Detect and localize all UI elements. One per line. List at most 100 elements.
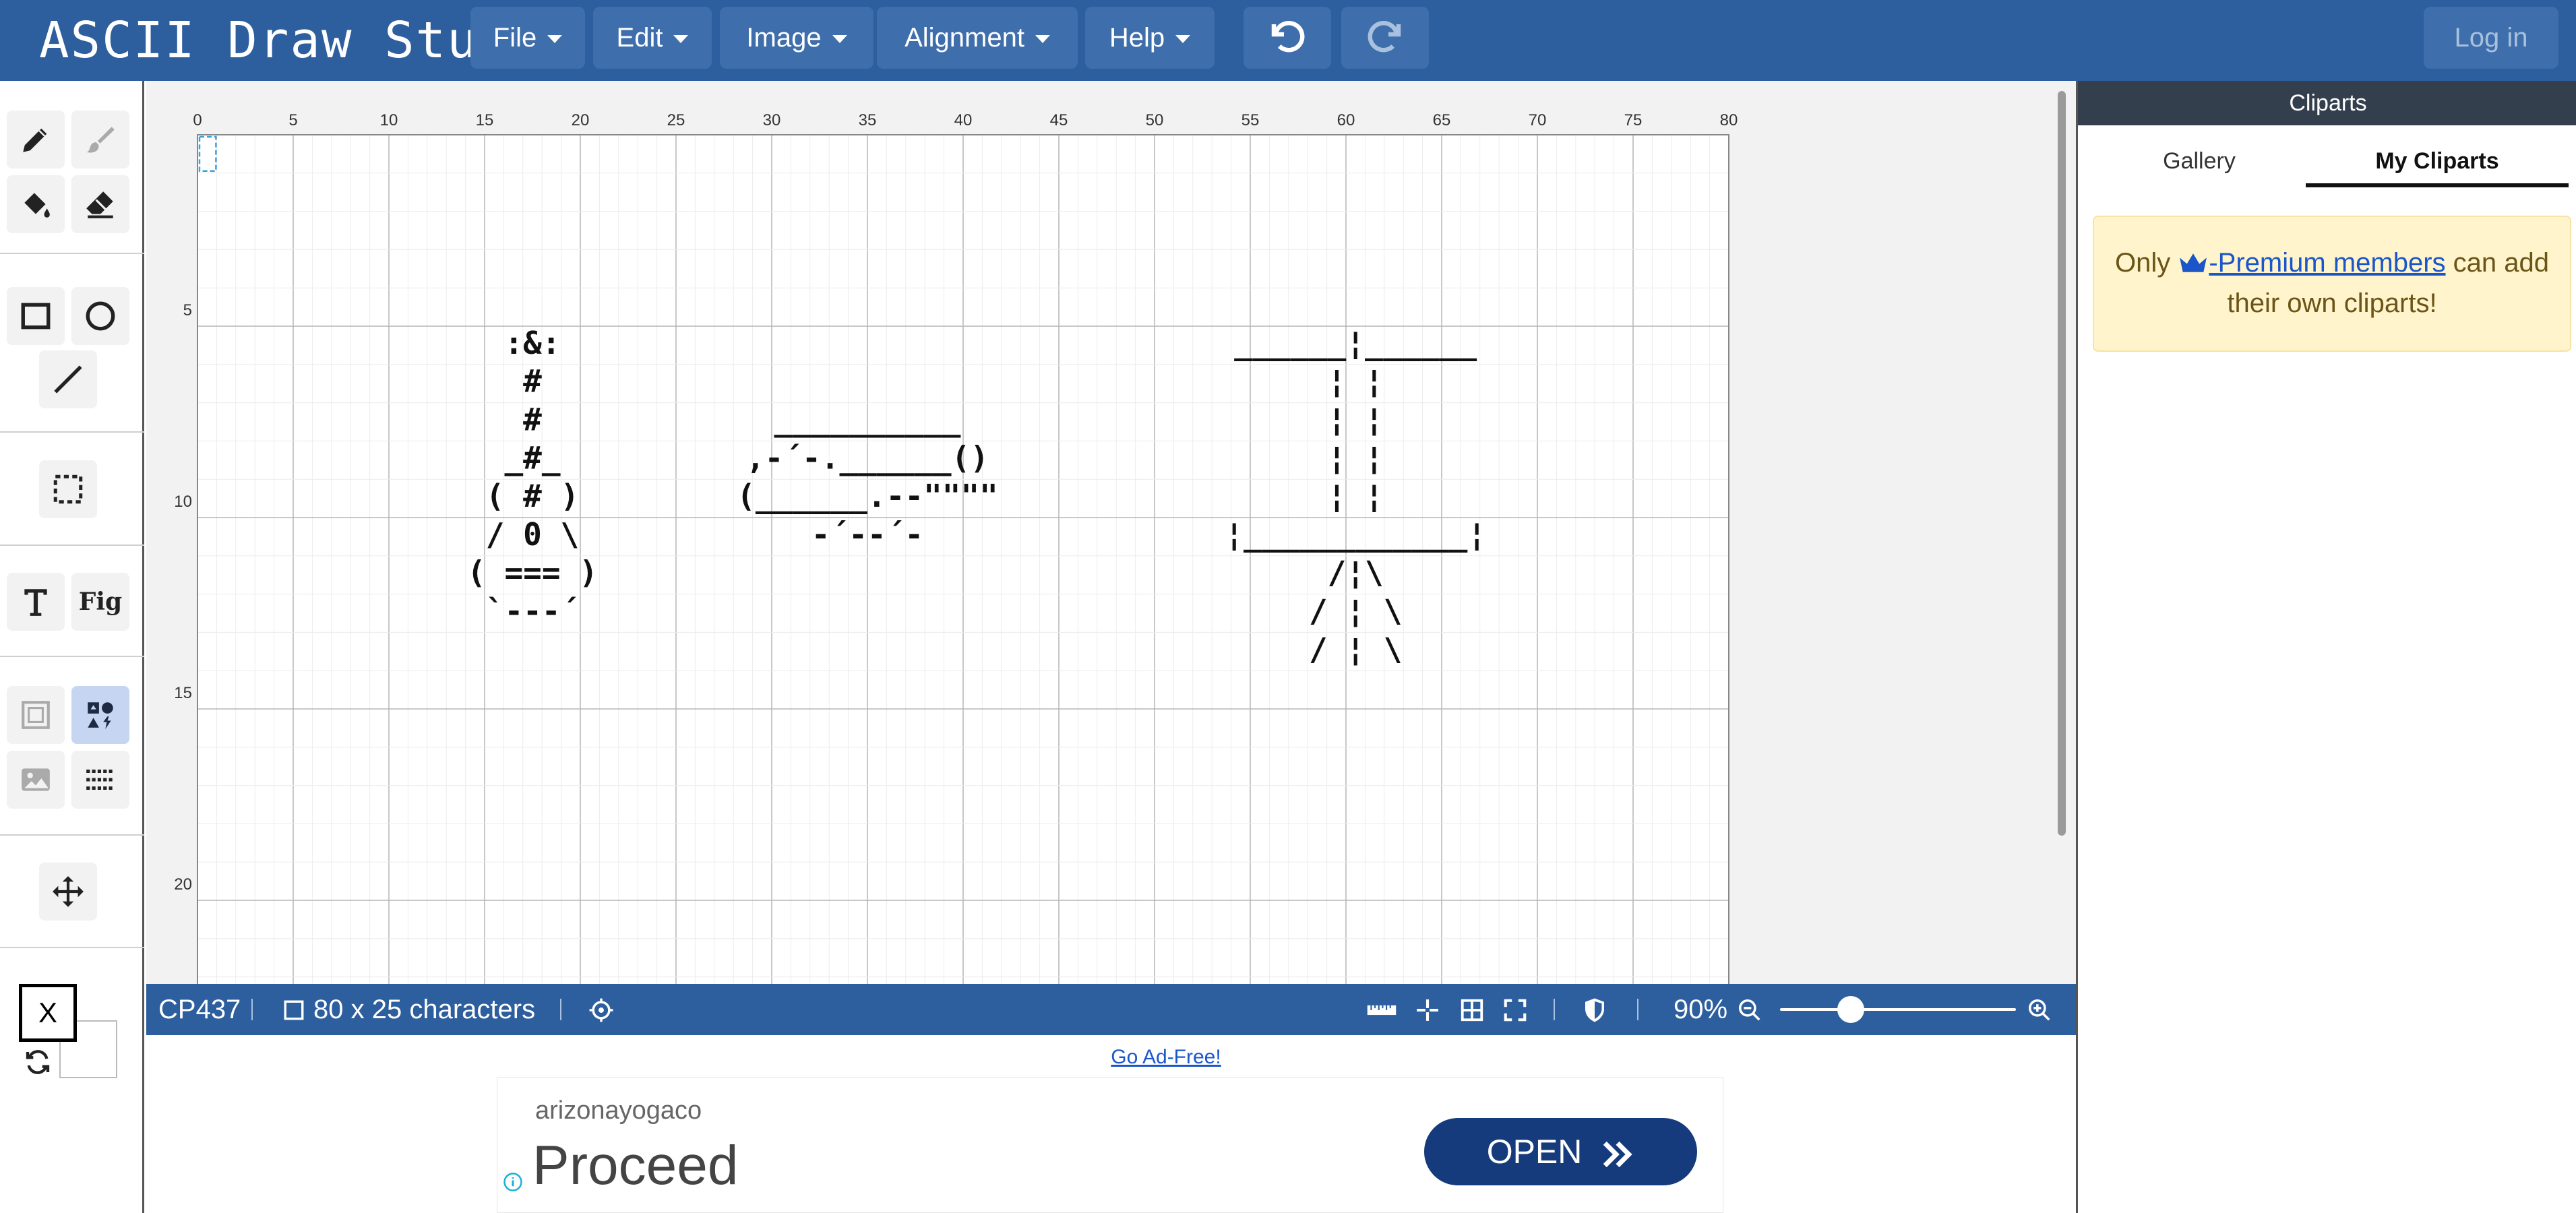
move-icon [53,876,84,907]
fill-tool[interactable] [7,175,65,233]
redo-button[interactable] [1341,7,1429,69]
tab-gallery[interactable]: Gallery [2078,140,2321,187]
ruler-x-tick: 10 [380,111,398,129]
status-divider [1554,999,1555,1020]
grid-icon[interactable] [1459,997,1485,1023]
selection-icon [53,474,83,504]
pattern-icon [86,770,115,790]
canvas[interactable]: 0 5 10 15 20 25 30 35 40 45 50 55 60 65 70 75 80 5 10 15 20:… [146,81,2076,984]
canvas-size-label[interactable]: 80 x 25 characters [313,984,535,1035]
ruler-y-tick: 15 [174,684,192,702]
lamp-clipart-line: _#_ [504,439,560,476]
swap-colors-icon[interactable] [24,1049,51,1076]
brush-tool[interactable] [71,111,129,168]
top-bar: ASCII Draw Studio File Edit Image Alignm… [0,0,2576,81]
eraser-icon [86,191,113,218]
eraser-tool[interactable] [71,175,129,233]
premium-members-link[interactable]: -Premium members [2178,248,2446,278]
lamp-clipart-line: # [523,363,542,400]
tab-my-cliparts[interactable]: My Cliparts [2306,140,2569,187]
teapot-clipart-line: (______.--"""" [737,478,998,514]
zoom-slider-track[interactable] [1780,1008,2016,1011]
ad-domain: arizonayogaco [535,1096,702,1125]
lamp-clipart-line: ( === ) [467,555,598,591]
zoom-in-icon[interactable] [2027,997,2052,1023]
ruler-x-tick: 40 [954,111,973,129]
menu-file-label: File [493,23,537,53]
rectangle-icon [21,303,51,330]
pattern-tool[interactable] [71,751,129,809]
frame-tool[interactable] [7,686,65,744]
menu-help[interactable]: Help [1085,7,1215,69]
easel-clipart-line: ¦ ¦ [1328,478,1384,514]
caret-down-icon [547,35,563,44]
menu-image-label: Image [746,23,822,53]
brush-icon [86,127,115,153]
ruler-x-tick: 55 [1241,111,1260,129]
lamp-clipart-line: ( # ) [486,478,579,514]
figlet-label: Fig [78,588,123,616]
double-chevron-icon [1603,1141,1632,1167]
figlet-tool[interactable]: Fig [71,573,129,631]
premium-note-prefix: Only [2115,248,2178,278]
pencil-tool[interactable] [7,111,65,168]
ruler-icon[interactable] [1366,999,1397,1022]
image-tool[interactable] [7,751,65,809]
ad-area: Go Ad-Free! arizonayogaco Proceed OPEN [146,1035,2076,1213]
crosshair-icon[interactable] [1415,997,1440,1023]
lamp-clipart-line: / 0 \ [486,516,579,553]
ruler-x-tick: 25 [667,111,685,129]
foreground-char-swatch[interactable]: X [19,984,77,1042]
easel-clipart-line: / ¦ \ [1309,592,1402,629]
line-icon [54,365,82,394]
go-ad-free-link[interactable]: Go Ad-Free! [1055,1046,1277,1069]
fullscreen-icon[interactable] [1502,997,1528,1023]
cliparts-icon [88,702,113,729]
encoding-label[interactable]: CP437 [158,984,241,1035]
ruler-x-tick: 5 [288,111,297,129]
menu-image[interactable]: Image [720,7,873,69]
cliparts-tool[interactable] [71,686,129,744]
paint-bucket-icon [24,193,50,218]
crown-icon [2180,253,2207,272]
menu-alignment[interactable]: Alignment [877,7,1078,69]
ruler-x-tick: 30 [763,111,781,129]
ellipse-tool[interactable] [71,287,129,345]
select-tool[interactable] [39,460,97,518]
tool-palette: Fig X [0,81,144,1213]
cliparts-panel: Cliparts Gallery My Cliparts Only -Premi… [2076,81,2576,1213]
menu-help-label: Help [1109,23,1165,53]
ruler-x-tick: 35 [859,111,877,129]
toolbar-divider [0,431,144,433]
ad-banner[interactable]: arizonayogaco Proceed OPEN [497,1077,1723,1213]
teapot-clipart-line: ,-´-.______() [746,439,989,476]
ruler-x-tick: 50 [1146,111,1164,129]
menu-file[interactable]: File [470,7,585,69]
target-icon[interactable] [588,997,614,1023]
zoom-slider-thumb[interactable] [1837,996,1864,1023]
status-bar: CP437 80 x 25 characters 90% [146,984,2076,1035]
shield-icon[interactable] [1581,996,1609,1024]
ruler-x-tick: 15 [476,111,494,129]
lamp-clipart-line: `---´ [486,592,579,629]
vertical-scrollbar[interactable] [2058,91,2066,836]
text-tool[interactable] [7,573,65,631]
ad-open-button[interactable]: OPEN [1424,1118,1697,1185]
status-divider [560,999,561,1020]
login-button[interactable]: Log in [2424,7,2558,69]
teapot-clipart-line: __________ [774,401,961,437]
toolbar-divider [0,947,144,948]
rectangle-tool[interactable] [7,287,65,345]
undo-button[interactable] [1244,7,1331,69]
menu-edit[interactable]: Edit [593,7,712,69]
teapot-clipart-line: -´--´- [811,516,923,553]
zoom-out-icon[interactable] [1737,997,1762,1023]
info-icon[interactable] [503,1172,523,1192]
zoom-level-label[interactable]: 90% [1674,984,1727,1035]
move-tool[interactable] [39,863,97,921]
caret-down-icon [1035,35,1050,44]
easel-clipart-line: / ¦ \ [1309,631,1402,667]
line-tool[interactable] [39,350,97,408]
panel-title: Cliparts [2078,81,2576,125]
drawing-area[interactable]: 0 5 10 15 20 25 30 35 40 45 50 55 60 65 70 75 80 5 10 15 20:… [146,81,2076,984]
